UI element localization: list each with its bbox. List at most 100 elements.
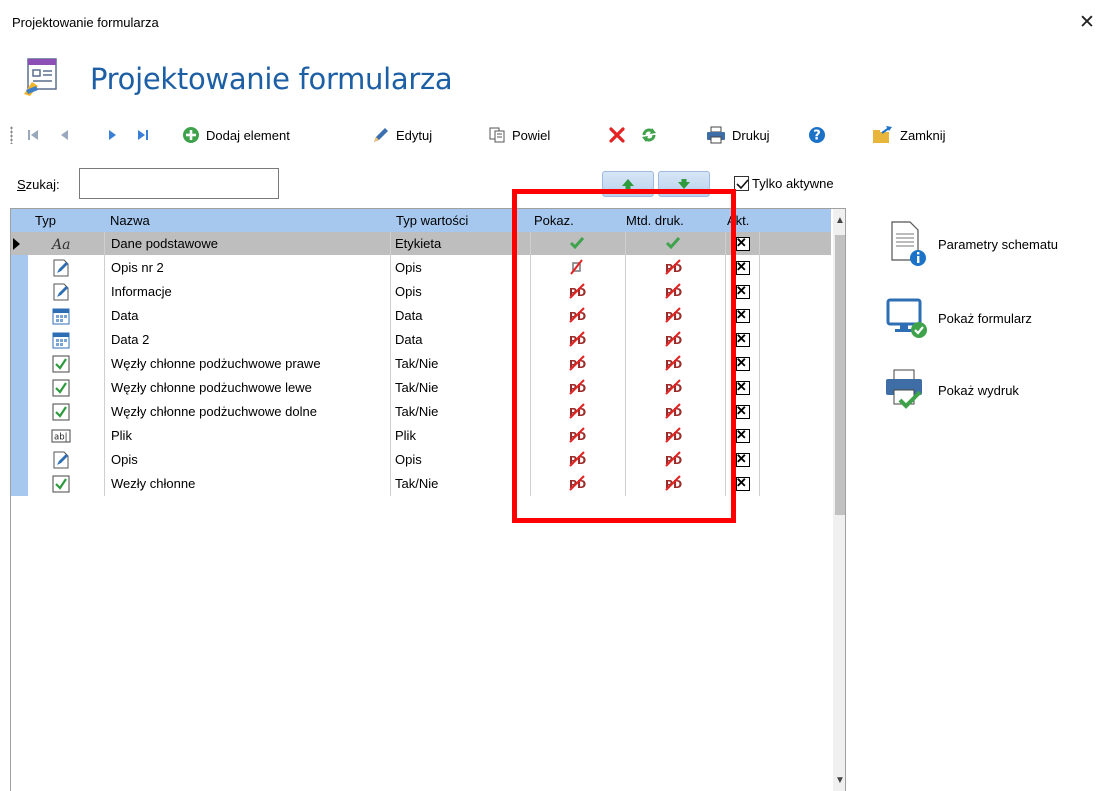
toolbar-grip[interactable] (10, 126, 13, 144)
active-checkbox[interactable] (736, 237, 750, 251)
active-x-mark-icon (737, 454, 746, 463)
next-record-icon (109, 130, 116, 140)
table-row[interactable]: Data 2 Data PDF PDF (11, 328, 831, 351)
first-record-button[interactable] (26, 123, 40, 147)
show-disabled-icon[interactable]: PDF (567, 425, 594, 445)
active-checkbox[interactable] (736, 357, 750, 371)
show-disabled-icon[interactable]: PDF (567, 353, 594, 373)
col-type-header[interactable]: Typ (35, 213, 56, 228)
row-value-type: Opis (395, 260, 422, 275)
show-form-button[interactable]: Pokaż formularz (880, 294, 1100, 342)
move-down-button[interactable] (658, 171, 710, 197)
active-x-mark-icon (737, 262, 746, 271)
print-pdf-disabled-icon[interactable]: PDF (663, 401, 690, 421)
add-element-label: Dodaj element (206, 127, 290, 143)
active-x-mark-icon (737, 430, 746, 439)
table-row[interactable]: Aa Dane podstawowe Etykieta (11, 232, 831, 255)
col-show-header[interactable]: Pokaz. (534, 213, 574, 228)
prev-record-button[interactable] (58, 123, 72, 147)
col-print-method-header[interactable]: Mtd. druk. (626, 213, 684, 228)
checkbox-icon (51, 402, 71, 422)
row-value-type: Tak/Nie (395, 404, 439, 419)
refresh-button[interactable] (640, 123, 658, 147)
search-input[interactable] (79, 168, 279, 199)
show-disabled-icon[interactable]: PDF (567, 401, 594, 421)
active-checkbox[interactable] (736, 285, 750, 299)
document-info-icon (891, 221, 926, 266)
window-title: Projektowanie formularza (12, 15, 159, 30)
table-row[interactable]: Data Data PDF PDF (11, 304, 831, 327)
table-row[interactable]: ab| Plik Plik PDF PDF (11, 424, 831, 447)
table-row[interactable]: Opis nr 2 Opis PDF (11, 256, 831, 279)
close-form-button[interactable]: Zamknij (872, 123, 946, 147)
active-checkbox[interactable] (736, 333, 750, 347)
row-name: Opis (111, 452, 138, 467)
print-pdf-disabled-icon[interactable]: PDF (663, 329, 690, 349)
active-checkbox[interactable] (736, 381, 750, 395)
vertical-scrollbar[interactable]: ▲ ▼ (833, 209, 845, 791)
active-checkbox[interactable] (736, 261, 750, 275)
table-row[interactable]: Opis Opis PDF PDF (11, 448, 831, 471)
table-row[interactable]: Informacje Opis PDF PDF (11, 280, 831, 303)
col-name-header[interactable]: Nazwa (110, 213, 150, 228)
refresh-icon (642, 128, 656, 142)
active-only-checkbox[interactable] (734, 176, 749, 191)
edit-button[interactable]: Edytuj (372, 123, 432, 147)
print-pdf-disabled-icon[interactable]: PDF (663, 473, 690, 493)
active-checkbox[interactable] (736, 477, 750, 491)
print-pdf-disabled-icon[interactable]: PDF (663, 353, 690, 373)
show-disabled-icon[interactable]: PDF (567, 329, 594, 349)
print-button[interactable]: Drukuj (706, 123, 770, 147)
active-checkbox[interactable] (736, 429, 750, 443)
scroll-down-icon[interactable]: ▼ (833, 775, 845, 789)
show-disabled-icon[interactable]: PDF (567, 305, 594, 325)
delete-button[interactable] (608, 123, 626, 147)
show-disabled-icon[interactable]: PDF (567, 377, 594, 397)
print-pdf-disabled-icon[interactable]: PDF (663, 281, 690, 301)
print-pdf-disabled-icon[interactable]: PDF (663, 425, 690, 445)
last-record-icon (138, 130, 148, 140)
help-button[interactable]: ? (808, 123, 826, 147)
print-check-icon[interactable] (663, 233, 683, 253)
col-divider (104, 232, 105, 496)
table-row[interactable]: Węzły chłonne podżuchwowe prawe Tak/Nie PD… (11, 352, 831, 375)
pencil-icon (374, 128, 388, 142)
last-record-button[interactable] (136, 123, 150, 147)
duplicate-button[interactable]: Powiel (488, 123, 550, 147)
scroll-thumb[interactable] (835, 235, 845, 515)
show-check-icon[interactable] (567, 233, 587, 253)
add-icon (183, 127, 199, 143)
copy-icon (489, 127, 505, 143)
table-row[interactable]: Wezły chłonne Tak/Nie PDF PDF (11, 472, 831, 495)
row-value-type: Opis (395, 452, 422, 467)
print-pdf-disabled-icon[interactable]: PDF (663, 377, 690, 397)
active-checkbox[interactable] (736, 405, 750, 419)
table-row[interactable]: Węzły chłonne podżuchwowe dolne Tak/Nie PD… (11, 400, 831, 423)
active-checkbox[interactable] (736, 453, 750, 467)
schema-params-button[interactable]: Parametry schematu (880, 220, 1100, 268)
next-record-button[interactable] (106, 123, 120, 147)
checkbox-icon (51, 354, 71, 374)
show-printout-button[interactable]: Pokaż wydruk (880, 366, 1100, 414)
close-window-icon[interactable]: ✕ (1074, 10, 1100, 36)
calendar-icon (51, 330, 71, 350)
row-value-type: Tak/Nie (395, 476, 439, 491)
show-disabled-icon[interactable]: PDF (567, 449, 594, 469)
print-pdf-disabled-icon[interactable]: PDF (663, 305, 690, 325)
print-pdf-disabled-icon[interactable]: PDF (663, 449, 690, 469)
col-active-header[interactable]: Akt. (727, 213, 749, 228)
show-disabled-icon[interactable]: PDF (567, 281, 594, 301)
print-label: Drukuj (732, 127, 770, 143)
grid-header: Typ Nazwa Typ wartości Pokaz. Mtd. druk.… (11, 209, 831, 232)
active-only-filter[interactable]: Tylko aktywne (734, 176, 834, 191)
show-disabled-icon[interactable] (567, 257, 587, 277)
active-checkbox[interactable] (736, 309, 750, 323)
scroll-up-icon[interactable]: ▲ (833, 215, 845, 229)
add-element-button[interactable]: Dodaj element (182, 123, 290, 147)
move-up-button[interactable] (602, 171, 654, 197)
show-disabled-icon[interactable]: PDF (567, 473, 594, 493)
form-designer-icon (24, 58, 57, 96)
table-row[interactable]: Węzły chłonne podżuchwowe lewe Tak/Nie PDF… (11, 376, 831, 399)
col-value-type-header[interactable]: Typ wartości (396, 213, 468, 228)
print-pdf-disabled-icon[interactable]: PDF (663, 257, 690, 277)
